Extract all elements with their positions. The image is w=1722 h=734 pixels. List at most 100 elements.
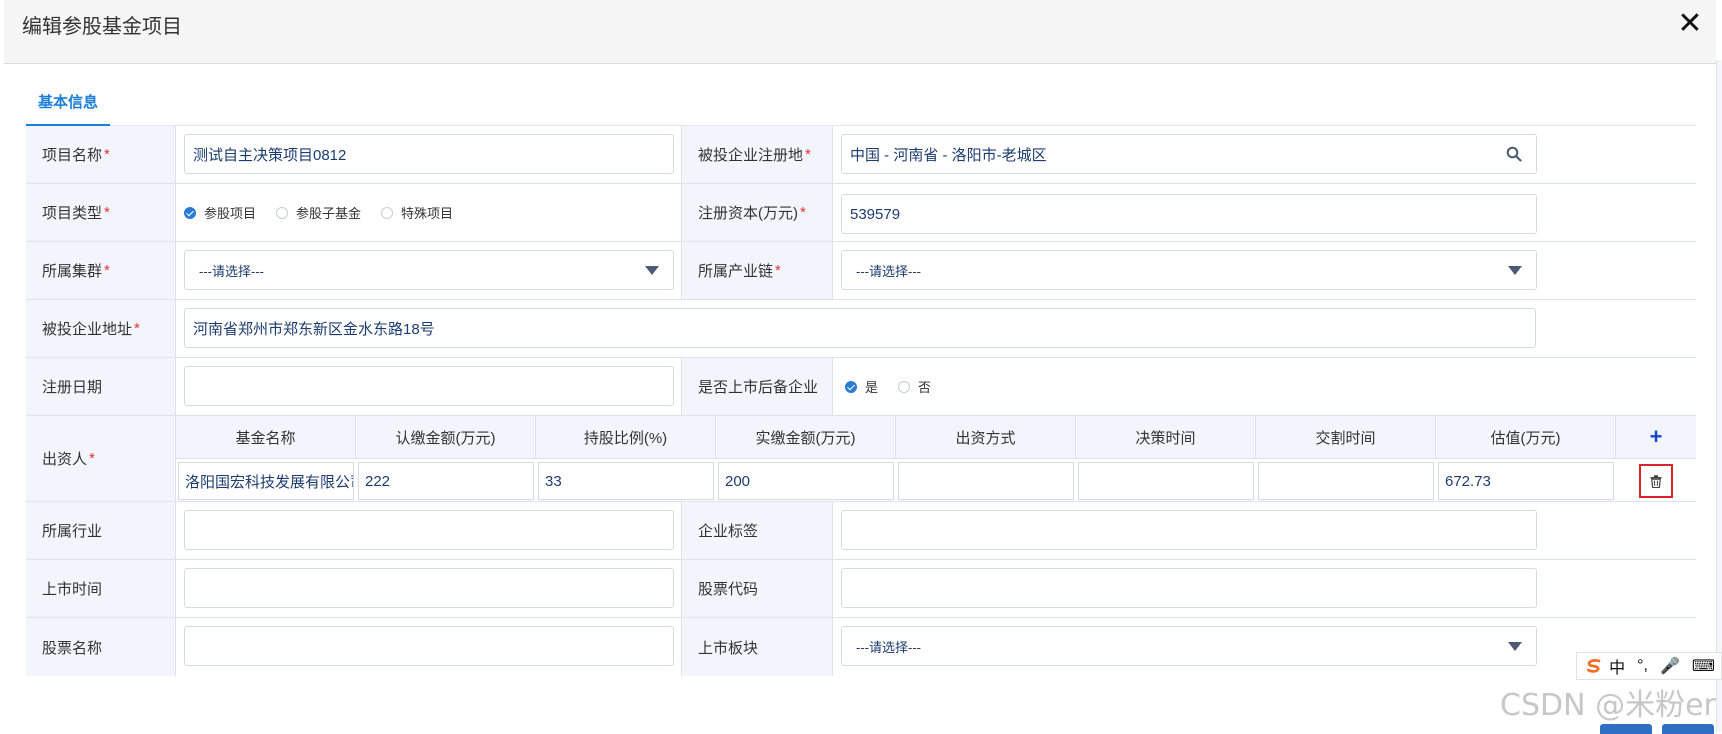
dialog-title: 编辑参股基金项目 — [22, 16, 182, 38]
radio-special-project[interactable]: 特殊项目 — [381, 203, 453, 222]
form-row: 项目类型 * 参股项目 参股子基金 特殊项目 注册资本(万元) * 539579 — [26, 184, 1696, 242]
form-row-investor: 出资人 * 基金名称 认缴金额(万元) 持股比例(%) 实缴金额(万元) 出资方式… — [26, 416, 1696, 502]
ime-chinese-mode[interactable]: 中 — [1609, 654, 1625, 678]
chevron-down-icon — [1508, 642, 1522, 651]
stock-name-input[interactable] — [184, 626, 674, 666]
reg-place-value: 中国 - 河南省 - 洛阳市-老城区 — [850, 146, 1047, 164]
chevron-down-icon — [1508, 266, 1522, 275]
table-cell-decision-time[interactable] — [1078, 462, 1254, 500]
radio-unchecked-icon — [381, 206, 394, 219]
radio-equity-project[interactable]: 参股项目 — [184, 203, 256, 222]
address-input[interactable]: 河南省郑州市郑东新区金水东路18号 — [184, 308, 1536, 348]
reg-place-cell: 中国 - 河南省 - 洛阳市-老城区 — [833, 126, 1696, 183]
industry-label: 所属行业 — [26, 502, 176, 559]
table-header-fund-name: 基金名称 — [176, 416, 356, 458]
table-header-subscribed: 认缴金额(万元) — [356, 416, 536, 458]
form-row: 被投企业地址 * 河南省郑州市郑东新区金水东路18号 — [26, 300, 1696, 358]
listed-reserve-radio-group: 是 否 — [833, 358, 1696, 415]
delete-row-button[interactable] — [1639, 464, 1673, 498]
industry-cell — [176, 502, 682, 559]
tag-label: 企业标签 — [682, 502, 833, 559]
cluster-select[interactable]: ---请选择--- — [184, 250, 674, 290]
radio-sub-fund[interactable]: 参股子基金 — [276, 203, 361, 222]
ime-toolbar: 中 °, 🎤 ⌨ — [1576, 652, 1722, 680]
project-name-label: 项目名称 * — [26, 126, 176, 183]
radio-yes[interactable]: 是 — [845, 377, 878, 396]
stock-name-cell — [176, 618, 682, 676]
project-type-radio-group: 参股项目 参股子基金 特殊项目 — [176, 184, 682, 241]
stock-code-cell — [833, 560, 1696, 617]
stock-code-label: 股票代码 — [682, 560, 833, 617]
table-header-delivery-time: 交割时间 — [1256, 416, 1436, 458]
search-icon[interactable] — [1506, 146, 1522, 162]
ime-punctuation-icon[interactable]: °, — [1637, 657, 1648, 675]
radio-unchecked-icon — [898, 380, 911, 393]
tab-bar: 基本信息 — [26, 88, 1696, 126]
table-cell-delivery-time[interactable] — [1258, 462, 1434, 500]
form-row: 所属集群 * ---请选择--- 所属产业链 * ---请选择--- — [26, 242, 1696, 300]
form-row: 注册日期 是否上市后备企业 是 否 — [26, 358, 1696, 416]
investor-table: 基金名称 认缴金额(万元) 持股比例(%) 实缴金额(万元) 出资方式 决策时间… — [176, 416, 1696, 501]
table-cell-share-ratio[interactable]: 33 — [538, 462, 714, 500]
listing-time-input[interactable] — [184, 568, 674, 608]
edit-dialog: 编辑参股基金项目 ✕ 基本信息 项目名称 * 测试自主决策项目0812 被投企业注… — [0, 0, 1722, 734]
address-label: 被投企业地址 * — [26, 300, 176, 357]
footer-button[interactable] — [1662, 724, 1714, 734]
listed-reserve-label: 是否上市后备企业 — [682, 358, 833, 415]
industry-input[interactable] — [184, 510, 674, 550]
ime-mic-icon[interactable]: 🎤 — [1660, 656, 1680, 676]
reg-capital-input[interactable]: 539579 — [841, 194, 1537, 234]
project-name-cell: 测试自主决策项目0812 — [176, 126, 682, 183]
reg-place-input[interactable]: 中国 - 河南省 - 洛阳市-老城区 — [841, 134, 1537, 174]
table-cell-fund-name[interactable]: 洛阳国宏科技发展有限公司 — [178, 462, 354, 500]
cluster-cell: ---请选择--- — [176, 242, 682, 299]
form-row: 股票名称 上市板块 ---请选择--- — [26, 618, 1696, 676]
close-icon[interactable]: ✕ — [1672, 6, 1708, 42]
table-cell-method[interactable] — [898, 462, 1074, 500]
board-cell: ---请选择--- — [833, 618, 1696, 676]
investor-label: 出资人 * — [26, 416, 176, 501]
reg-date-label: 注册日期 — [26, 358, 176, 415]
form-row: 项目名称 * 测试自主决策项目0812 被投企业注册地 * 中国 - 河南省 - 洛… — [26, 126, 1696, 184]
table-header-valuation: 估值(万元) — [1436, 416, 1616, 458]
radio-checked-icon — [845, 380, 857, 393]
industry-chain-select[interactable]: ---请选择--- — [841, 250, 1537, 290]
trash-icon — [1650, 474, 1662, 488]
ime-keyboard-icon[interactable]: ⌨ — [1692, 656, 1715, 676]
reg-date-input[interactable] — [184, 366, 674, 406]
tab-basic-info[interactable]: 基本信息 — [26, 88, 110, 126]
reg-capital-cell: 539579 — [833, 184, 1696, 241]
table-divider — [176, 458, 1696, 459]
tag-input[interactable] — [841, 510, 1537, 550]
form-row: 所属行业 企业标签 — [26, 502, 1696, 560]
industry-chain-cell: ---请选择--- — [833, 242, 1696, 299]
tag-cell — [833, 502, 1696, 559]
table-header-decision-time: 决策时间 — [1076, 416, 1256, 458]
add-row-cell: + — [1616, 416, 1696, 458]
footer-button[interactable] — [1600, 724, 1652, 734]
table-cell-subscribed[interactable]: 222 — [358, 462, 534, 500]
reg-date-cell — [176, 358, 682, 415]
dialog-header: 编辑参股基金项目 ✕ — [4, 0, 1716, 64]
board-select[interactable]: ---请选择--- — [841, 626, 1537, 666]
table-cell-valuation[interactable]: 672.73 — [1438, 462, 1614, 500]
sogou-logo-icon[interactable] — [1585, 657, 1603, 675]
table-cell-paid[interactable]: 200 — [718, 462, 894, 500]
reg-place-label: 被投企业注册地 * — [682, 126, 833, 183]
plus-icon[interactable]: + — [1650, 424, 1663, 450]
listing-time-label: 上市时间 — [26, 560, 176, 617]
table-header-method: 出资方式 — [896, 416, 1076, 458]
listing-time-cell — [176, 560, 682, 617]
stock-name-label: 股票名称 — [26, 618, 176, 676]
stock-code-input[interactable] — [841, 568, 1537, 608]
scrollbar[interactable] — [1716, 60, 1722, 732]
address-cell: 河南省郑州市郑东新区金水东路18号 — [176, 300, 1696, 357]
table-header-share-ratio: 持股比例(%) — [536, 416, 716, 458]
project-name-input[interactable]: 测试自主决策项目0812 — [184, 134, 674, 174]
cluster-label: 所属集群 * — [26, 242, 176, 299]
chevron-down-icon — [645, 266, 659, 275]
board-label: 上市板块 — [682, 618, 833, 676]
radio-no[interactable]: 否 — [898, 377, 931, 396]
radio-unchecked-icon — [276, 206, 289, 219]
radio-checked-icon — [184, 206, 196, 219]
